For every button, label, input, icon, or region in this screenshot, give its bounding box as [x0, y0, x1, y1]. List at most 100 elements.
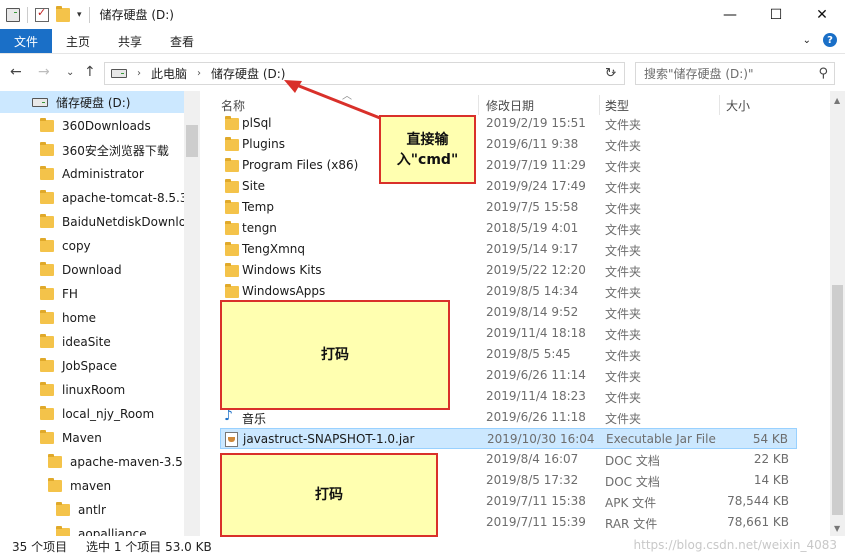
file-row[interactable]: ♪ 音乐 2019/6/26 11:18 文件夹 [220, 407, 797, 428]
sidebar-scrollbar-thumb[interactable] [186, 125, 198, 157]
annotation-note-line1: 直接输 [406, 131, 449, 148]
new-folder-icon[interactable] [56, 5, 70, 22]
file-row[interactable]: tengn 2018/5/19 4:01 文件夹 [220, 218, 797, 239]
folder-icon [40, 310, 54, 324]
watermark-text: https://blog.csdn.net/weixin_4083 [633, 538, 837, 552]
breadcrumb-drive-d[interactable]: 储存硬盘 (D:) [211, 65, 285, 82]
folder-icon [40, 430, 54, 444]
back-arrow-icon[interactable]: ← [10, 64, 22, 80]
redaction-box: 打码 [220, 453, 438, 537]
folder-icon [40, 190, 54, 204]
column-divider[interactable] [719, 95, 720, 115]
folder-icon [40, 118, 54, 132]
sidebar-item[interactable]: apache-tomcat-8.5.34 [40, 187, 195, 209]
window-controls: — ☐ ✕ [707, 0, 845, 29]
sidebar-item[interactable]: Administrator [40, 163, 144, 185]
folder-icon [40, 214, 54, 228]
sidebar-item-drive-d[interactable]: 储存硬盘 (D:) [0, 91, 184, 113]
folder-icon [40, 358, 54, 372]
customize-toolbar-chevron-icon[interactable]: ▾ [77, 10, 82, 20]
folder-icon [225, 200, 239, 214]
column-divider[interactable] [478, 95, 479, 115]
toolbar-divider [27, 6, 28, 23]
sidebar-item[interactable]: antlr [56, 499, 106, 521]
file-row[interactable]: WindowsApps 2019/8/5 14:34 文件夹 [220, 281, 797, 302]
forward-arrow-icon[interactable]: → [38, 64, 50, 80]
music-note-icon: ♪ [224, 408, 233, 424]
column-divider[interactable] [599, 95, 600, 115]
file-row[interactable]: Windows Kits 2019/5/22 12:20 文件夹 [220, 260, 797, 281]
folder-icon [225, 158, 239, 172]
item-count: 35 个项目 [12, 540, 68, 554]
sidebar-item[interactable]: 360Downloads [40, 115, 151, 137]
tab-home[interactable]: 主页 [52, 29, 104, 53]
close-button[interactable]: ✕ [799, 0, 845, 29]
file-row[interactable]: Site 2019/9/24 17:49 文件夹 [220, 176, 797, 197]
column-header-name[interactable]: 名称 [221, 97, 245, 114]
refresh-icon[interactable]: ↻ [605, 66, 616, 81]
redaction-box: 打码 [220, 300, 450, 410]
file-row[interactable]: Program Files (x86) 2019/7/19 11:29 文件夹 [220, 155, 797, 176]
file-row[interactable]: Temp 2019/7/5 15:58 文件夹 [220, 197, 797, 218]
sidebar-item[interactable]: linuxRoom [40, 379, 125, 401]
breadcrumb-separator-icon[interactable]: › [137, 68, 141, 79]
sidebar-item[interactable]: ideaSite [40, 331, 111, 353]
column-header-date[interactable]: 修改日期 [486, 97, 534, 114]
sidebar-item[interactable]: maven [48, 475, 111, 497]
tab-view[interactable]: 查看 [156, 29, 208, 53]
annotation-note-line2: 入"cmd" [396, 151, 459, 168]
up-arrow-icon[interactable]: ↑ [84, 64, 96, 80]
tab-file[interactable]: 文件 [0, 29, 52, 53]
folder-icon [225, 137, 239, 151]
folder-icon [225, 263, 239, 277]
file-row[interactable]: TengXmnq 2019/5/14 9:17 文件夹 [220, 239, 797, 260]
sidebar-item[interactable]: FH [40, 283, 78, 305]
sidebar-item[interactable]: Maven [40, 427, 102, 449]
annotation-arrow-line [293, 82, 381, 120]
sidebar-item[interactable]: copy [40, 235, 91, 257]
folder-icon [56, 526, 70, 536]
sidebar-item[interactable]: JobSpace [40, 355, 117, 377]
folder-icon [225, 242, 239, 256]
expand-ribbon-chevron-icon[interactable]: ⌄ [803, 35, 811, 46]
column-header-type[interactable]: 类型 [605, 97, 629, 114]
sidebar-item[interactable]: Download [40, 259, 122, 281]
folder-icon [40, 142, 54, 156]
recent-locations-chevron-icon[interactable]: ⌄ [66, 67, 74, 78]
annotation-arrow [284, 80, 381, 120]
folder-icon [40, 382, 54, 396]
search-input[interactable]: 搜索"储存硬盘 (D:)" ⚲ [635, 62, 835, 85]
jar-file-icon [225, 432, 238, 447]
folder-icon [40, 166, 54, 180]
file-row-selected[interactable]: javastruct-SNAPSHOT-1.0.jar 2019/10/30 16… [220, 428, 797, 449]
file-list-scrollbar-thumb[interactable] [832, 285, 843, 515]
folder-icon [48, 454, 62, 468]
maximize-button[interactable]: ☐ [753, 0, 799, 29]
scroll-down-arrow-icon[interactable]: ▼ [834, 524, 840, 533]
tab-share[interactable]: 共享 [104, 29, 156, 53]
sidebar-item[interactable]: 360安全浏览器下载 [40, 139, 169, 161]
folder-icon [225, 116, 239, 130]
breadcrumb-separator-icon[interactable]: › [197, 68, 201, 79]
sidebar-item[interactable]: apache-maven-3.5.3 [48, 451, 194, 473]
folder-icon [40, 238, 54, 252]
column-header-size[interactable]: 大小 [726, 97, 750, 114]
ribbon-right-controls: ⌄ ? [803, 33, 837, 47]
scroll-up-arrow-icon[interactable]: ▲ [834, 96, 840, 105]
sidebar-item[interactable]: BaiduNetdiskDownload [40, 211, 200, 233]
toolbar-divider [88, 6, 90, 23]
annotation-note-cmd: 直接输 入"cmd" [379, 115, 476, 184]
folder-icon [40, 262, 54, 276]
sidebar-item[interactable]: aopalliance [56, 523, 147, 536]
search-placeholder: 搜索"储存硬盘 (D:)" [644, 67, 754, 81]
file-row[interactable]: Plugins 2019/6/11 9:38 文件夹 [220, 134, 797, 155]
drive-icon [32, 97, 48, 107]
minimize-button[interactable]: — [707, 0, 753, 29]
help-icon[interactable]: ? [823, 33, 837, 47]
sidebar-scrollbar[interactable] [184, 91, 200, 536]
sidebar-item[interactable]: home [40, 307, 96, 329]
properties-icon[interactable] [35, 6, 49, 22]
sidebar-item[interactable]: local_njy_Room [40, 403, 154, 425]
breadcrumb-this-pc[interactable]: 此电脑 [151, 65, 187, 82]
search-icon[interactable]: ⚲ [818, 66, 828, 81]
